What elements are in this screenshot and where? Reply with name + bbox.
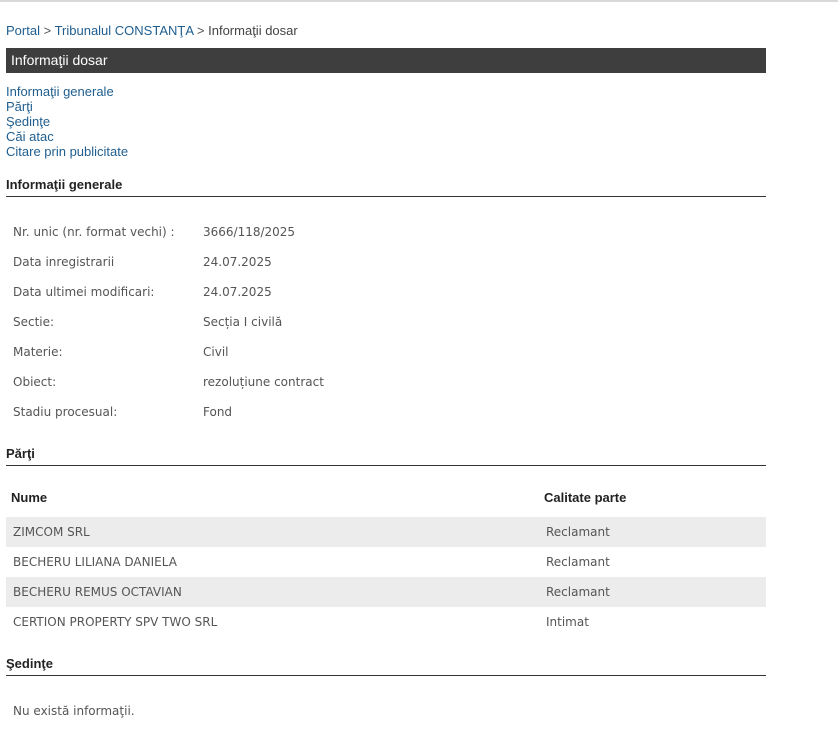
nav-link-hearings[interactable]: Şedinţe	[6, 114, 128, 129]
info-row-procedural-stage: Stadiu procesual: Fond	[6, 397, 766, 427]
nav-link-public-summons[interactable]: Citare prin publicitate	[6, 144, 128, 159]
breadcrumb-separator: >	[43, 23, 52, 38]
section-nav: Informaţii generale Părţi Şedinţe Căi at…	[6, 84, 128, 159]
column-header-role: Calitate parte	[544, 490, 627, 505]
party-name: BECHERU LILIANA DANIELA	[13, 555, 177, 569]
party-role: Intimat	[546, 615, 589, 629]
info-label: Data ultimei modificari:	[13, 285, 155, 299]
info-label: Nr. unic (nr. format vechi) :	[13, 225, 175, 239]
column-header-name: Nume	[11, 490, 48, 505]
info-row-object: Obiect: rezoluțiune contract	[6, 367, 766, 397]
top-border	[0, 0, 838, 2]
info-value: Secția I civilă	[203, 315, 283, 329]
table-row: ZIMCOM SRL Reclamant	[6, 517, 766, 547]
party-name: BECHERU REMUS OCTAVIAN	[13, 585, 182, 599]
parties-heading: Părţi	[6, 446, 766, 466]
breadcrumb-portal-link[interactable]: Portal	[6, 23, 40, 38]
page-title: Informaţii dosar	[6, 48, 766, 73]
breadcrumb-court-link[interactable]: Tribunalul CONSTANŢA	[55, 23, 194, 38]
nav-link-appeals[interactable]: Căi atac	[6, 129, 128, 144]
party-role: Reclamant	[546, 585, 610, 599]
info-row-last-modified: Data ultimei modificari: 24.07.2025	[6, 277, 766, 307]
info-row-section: Sectie: Secția I civilă	[6, 307, 766, 337]
info-value: 24.07.2025	[203, 285, 272, 299]
general-info-heading: Informaţii generale	[6, 177, 766, 197]
breadcrumb-current: Informaţii dosar	[208, 23, 298, 38]
info-row-case-number: Nr. unic (nr. format vechi) : 3666/118/2…	[6, 217, 766, 247]
party-role: Reclamant	[546, 555, 610, 569]
info-label: Obiect:	[13, 375, 57, 389]
parties-table-header: Nume Calitate parte	[6, 490, 766, 510]
info-value: 24.07.2025	[203, 255, 272, 269]
nav-link-general-info[interactable]: Informaţii generale	[6, 84, 128, 99]
party-name: ZIMCOM SRL	[13, 525, 90, 539]
info-label: Stadiu procesual:	[13, 405, 118, 419]
info-value: Fond	[203, 405, 233, 419]
info-label: Materie:	[13, 345, 63, 359]
table-row: BECHERU LILIANA DANIELA Reclamant	[6, 547, 766, 577]
table-row: CERTION PROPERTY SPV TWO SRL Intimat	[6, 607, 766, 637]
info-row-matter: Materie: Civil	[6, 337, 766, 367]
party-name: CERTION PROPERTY SPV TWO SRL	[13, 615, 218, 629]
hearings-empty-message: Nu există informaţii.	[13, 704, 135, 718]
breadcrumb: Portal > Tribunalul CONSTANŢA > Informaţ…	[6, 23, 298, 38]
info-value: rezoluțiune contract	[203, 375, 324, 389]
info-label: Sectie:	[13, 315, 55, 329]
info-value: Civil	[203, 345, 229, 359]
party-role: Reclamant	[546, 525, 610, 539]
breadcrumb-separator: >	[196, 23, 205, 38]
info-label: Data inregistrarii	[13, 255, 115, 269]
table-row: BECHERU REMUS OCTAVIAN Reclamant	[6, 577, 766, 607]
nav-link-parties[interactable]: Părţi	[6, 99, 128, 114]
info-value: 3666/118/2025	[203, 225, 296, 239]
hearings-heading: Şedinţe	[6, 656, 766, 676]
info-row-registration-date: Data inregistrarii 24.07.2025	[6, 247, 766, 277]
